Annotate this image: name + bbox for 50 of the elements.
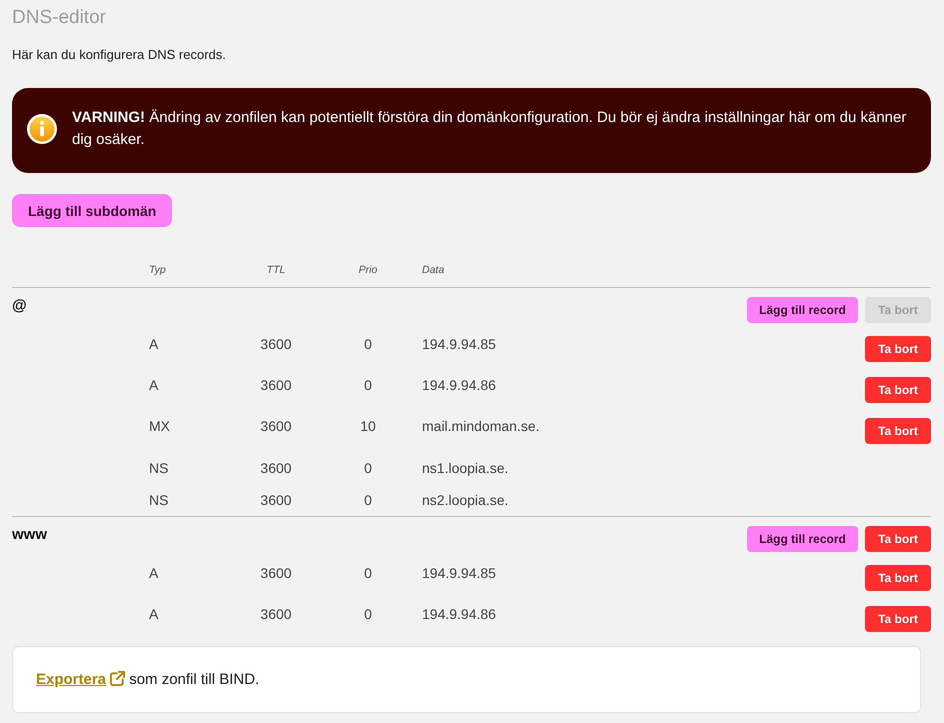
column-header: TTL (266, 263, 286, 277)
record-prio: 0 (363, 377, 373, 393)
record-ttl: 3600 (259, 418, 293, 434)
record-ttl: 3600 (259, 377, 293, 393)
column-header: Prio (358, 263, 378, 277)
add-subdomain-button[interactable]: Lägg till subdomän (12, 194, 172, 227)
delete-button[interactable]: Ta bort (865, 606, 931, 632)
page-title: DNS-editor (12, 6, 107, 30)
export-text: Exportera som zonfil till BIND. (36, 670, 260, 690)
record-ttl: 3600 (259, 336, 293, 352)
record-type: A (149, 377, 160, 393)
record-ttl: 3600 (259, 565, 293, 581)
intro-text: Här kan du konfigurera DNS records. (12, 46, 227, 64)
external-link-icon (110, 670, 126, 686)
column-header: Data (421, 263, 446, 277)
delete-button[interactable]: Ta bort (865, 526, 931, 552)
add-record-button[interactable]: Lägg till record (747, 297, 858, 323)
record-type: MX (149, 418, 171, 434)
record-data: mail.mindoman.se. (421, 418, 540, 434)
info-icon (27, 114, 57, 144)
record-data: 194.9.94.86 (421, 606, 497, 622)
record-type: NS (149, 460, 170, 476)
record-type: A (149, 336, 160, 352)
subdomain-name: @ (12, 297, 28, 315)
record-data: 194.9.94.86 (421, 377, 497, 393)
record-prio: 0 (363, 336, 373, 352)
record-prio: 0 (363, 460, 373, 476)
record-ttl: 3600 (259, 460, 293, 476)
record-data: ns2.loopia.se. (421, 492, 510, 508)
record-prio: 0 (363, 492, 373, 508)
record-prio: 0 (363, 606, 373, 622)
export-link[interactable]: Exportera (36, 670, 126, 688)
delete-button[interactable]: Ta bort (865, 418, 931, 444)
record-type: NS (149, 492, 170, 508)
delete-button[interactable]: Ta bort (865, 565, 931, 591)
add-record-button[interactable]: Lägg till record (747, 526, 858, 552)
column-header: Typ (149, 263, 167, 277)
subdomain-name: www (12, 526, 48, 544)
record-type: A (149, 565, 160, 581)
record-data: 194.9.94.85 (421, 565, 497, 581)
record-ttl: 3600 (259, 492, 293, 508)
delete-button[interactable]: Ta bort (865, 377, 931, 403)
record-data: 194.9.94.85 (421, 336, 497, 352)
delete-button[interactable]: Ta bort (865, 336, 931, 362)
record-prio: 10 (359, 418, 377, 434)
record-ttl: 3600 (259, 606, 293, 622)
warning-text: VARNING! Ändring av zonfilen kan potentiellt förstöra din domänkonfiguration. Du bör ej ändra inställningar här om du känner dig osäker. (72, 108, 908, 150)
record-type: A (149, 606, 160, 622)
record-data: ns1.loopia.se. (421, 460, 510, 476)
record-prio: 0 (363, 565, 373, 581)
